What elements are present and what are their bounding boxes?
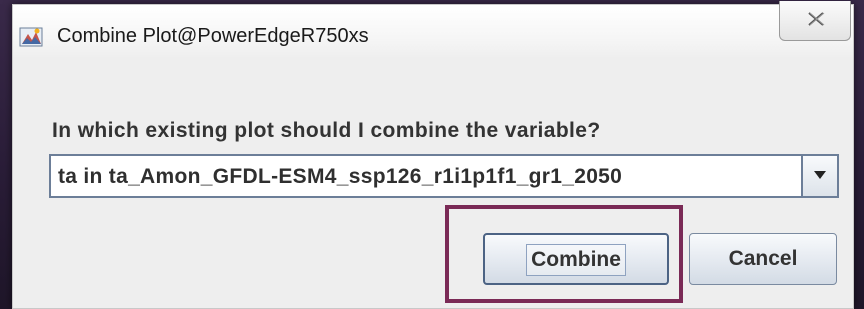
- title-bar[interactable]: Combine Plot@PowerEdgeR750xs: [13, 1, 853, 59]
- close-icon: [808, 12, 825, 26]
- plot-select-value: ta in ta_Amon_GFDL-ESM4_ssp126_r1i1p1f1_…: [58, 165, 623, 188]
- combine-button-label: Combine: [526, 244, 626, 276]
- java-dialog-icon: [19, 25, 45, 49]
- close-button[interactable]: [779, 1, 851, 41]
- chevron-down-icon: [814, 171, 826, 179]
- plot-select-dropdown[interactable]: ta in ta_Amon_GFDL-ESM4_ssp126_r1i1p1f1_…: [49, 154, 839, 198]
- window-title: Combine Plot@PowerEdgeR750xs: [57, 25, 369, 47]
- cancel-button-label: Cancel: [728, 247, 798, 270]
- dialog-prompt: In which existing plot should I combine …: [52, 119, 601, 142]
- combine-plot-dialog: Combine Plot@PowerEdgeR750xs In which ex…: [12, 1, 854, 309]
- dropdown-arrow-button[interactable]: [801, 156, 837, 196]
- cancel-button[interactable]: Cancel: [689, 233, 837, 285]
- combine-button[interactable]: Combine: [483, 233, 669, 285]
